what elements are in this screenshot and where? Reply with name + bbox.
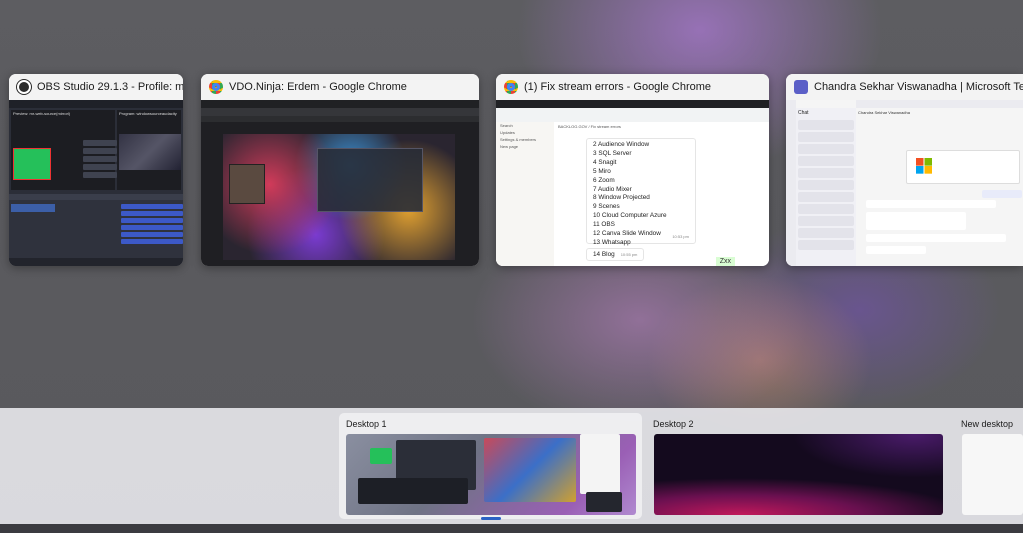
desktop-1-label: Desktop 1: [346, 419, 387, 429]
list-item: 2 Audience Window: [593, 141, 650, 148]
window-title-bar: Chandra Sekhar Viswanadha | Microsoft Te…: [786, 74, 1023, 100]
window-card-obs[interactable]: OBS Studio 29.1.3 - Profile: main - Scen…: [9, 74, 183, 266]
mini-window: [484, 438, 576, 502]
window-card-vdo-ninja[interactable]: VDO.Ninja: Erdem - Google Chrome: [201, 74, 479, 266]
teams-message: [866, 246, 926, 254]
window-preview: Chat Chandra Sekhar Viswanadha: [786, 100, 1023, 266]
window-card-fix-stream-errors[interactable]: (1) Fix stream errors - Google Chrome Se…: [496, 74, 769, 266]
obs-menubar: [9, 100, 183, 108]
active-desktop-indicator: [481, 517, 501, 520]
audio-mixer-overlay: [317, 148, 423, 212]
browser-tabstrip: [496, 100, 769, 108]
taskbar: [0, 524, 1023, 533]
obs-program-thumbnail: [119, 134, 181, 170]
chat-bubble: 14 Blog 10:55 pm: [586, 248, 645, 261]
window-card-teams[interactable]: Chandra Sekhar Viswanadha | Microsoft Te…: [786, 74, 1023, 266]
window-title: Chandra Sekhar Viswanadha | Microsoft Te…: [814, 81, 1023, 93]
desktop-2-label: Desktop 2: [653, 419, 694, 429]
browser-address-bar: [496, 108, 769, 116]
obs-status-bar: [9, 258, 183, 266]
chat-timestamp: 10:55 pm: [620, 252, 638, 257]
teams-search-bar: [856, 100, 1023, 108]
new-desktop-thumbnail[interactable]: [962, 434, 1023, 515]
teams-chat-list: Chat: [796, 108, 856, 266]
chat-list-header: Chat: [798, 110, 809, 116]
window-preview: Preview: mr-web-source(mirrorl) Program:…: [9, 100, 183, 266]
notion-sidebar-item: Updates: [500, 130, 515, 135]
window-title: VDO.Ninja: Erdem - Google Chrome: [229, 81, 407, 93]
mini-window: [580, 434, 620, 494]
window-preview: Search Updates Settings & members New pa…: [496, 100, 769, 266]
window-title-bar: OBS Studio 29.1.3 - Profile: main - Scen…: [9, 74, 183, 100]
notion-sidebar-item: Search: [500, 123, 513, 128]
list-item: 7 Audio Mixer: [593, 185, 632, 193]
list-item: 10 Cloud Computer Azure: [593, 212, 667, 220]
list-item: 6 Zoom: [593, 176, 615, 184]
list-item: 3 SQL Server: [593, 149, 632, 157]
browser-address-bar: [201, 108, 479, 116]
notion-sidebar-item: Settings & members: [500, 137, 537, 142]
window-title-bar: (1) Fix stream errors - Google Chrome: [496, 74, 769, 100]
webcam-feed: [229, 164, 265, 204]
list-item: 8 Window Projected: [593, 194, 650, 202]
vdo-video-stage: [223, 134, 455, 260]
teams-app-rail: [786, 100, 796, 266]
list-timestamp: 10:53 pm: [672, 234, 689, 239]
obs-transition-controls: [83, 140, 117, 186]
obs-scene-selected: [11, 204, 55, 212]
desktop-2-thumbnail[interactable]: [654, 434, 943, 515]
teams-icon: [794, 80, 808, 94]
new-desktop-label[interactable]: New desktop: [961, 419, 1013, 429]
teams-message: [866, 234, 1006, 242]
obs-icon: [17, 80, 31, 94]
browser-tabstrip: [201, 100, 479, 108]
teams-message: [982, 190, 1022, 198]
list-item: 13 Whatsapp: [593, 238, 631, 246]
mini-window: [370, 448, 392, 464]
notion-breadcrumb: BACKLOG.GOV / Fix stream errors: [558, 124, 621, 129]
browser-bookmarks-bar: [201, 116, 479, 122]
desktop-1-thumbnail[interactable]: [346, 434, 636, 515]
list-item: 4 Snagit: [593, 158, 617, 166]
window-title: (1) Fix stream errors - Google Chrome: [524, 81, 712, 93]
chat-text: 14 Blog: [593, 251, 615, 258]
teams-message: [866, 200, 996, 208]
teams-message: [866, 212, 966, 230]
obs-docks: [9, 194, 183, 258]
obs-preview-label: Preview: mr-web-source(mirrorl): [13, 111, 71, 116]
teams-contact-name: Chandra Sekhar Viswanadha: [858, 110, 910, 115]
obs-preview-pane: Preview: mr-web-source(mirrorl): [11, 110, 117, 190]
list-item: 5 Miro: [593, 167, 611, 175]
obs-program-label: Program: windowsourceaudacity: [119, 111, 177, 116]
obs-controls-buttons: [121, 204, 183, 246]
chrome-icon: [504, 80, 518, 94]
list-item: 11 OBS: [593, 221, 615, 229]
notion-sidebar-item: New page: [500, 144, 519, 149]
window-title-bar: VDO.Ninja: Erdem - Google Chrome: [201, 74, 479, 100]
window-title: OBS Studio 29.1.3 - Profile: main - Scen…: [37, 81, 183, 93]
mini-window: [358, 478, 468, 504]
microsoft-logo-icon: [916, 158, 932, 174]
list-item: 9 Scenes: [593, 203, 620, 211]
notion-sidebar: Search Updates Settings & members New pa…: [496, 122, 554, 266]
obs-green-screen-source: [13, 148, 51, 180]
stream-errors-list: 2 Audience Window 3 SQL Server 4 Snagit …: [586, 138, 696, 246]
window-preview: [201, 100, 479, 266]
chrome-icon: [209, 80, 223, 94]
mini-window: [586, 492, 622, 512]
chat-bubble-zxx: Zxx: [715, 257, 735, 266]
